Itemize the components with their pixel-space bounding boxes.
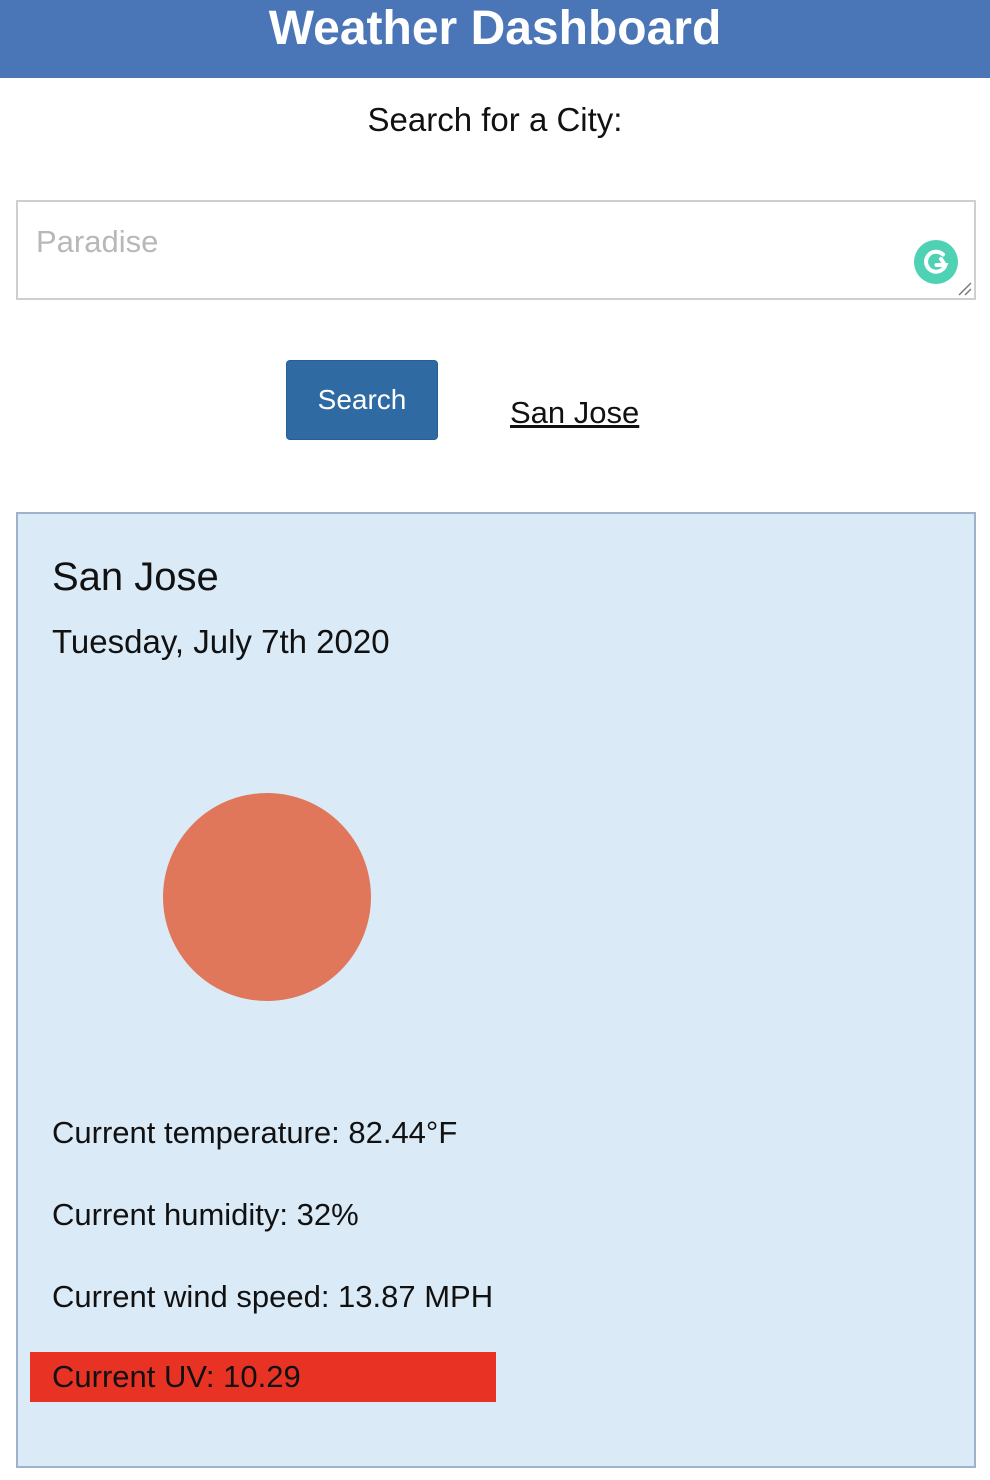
current-weather-card: San Jose Tuesday, July 7th 2020 Current … (16, 512, 976, 1468)
search-heading: Search for a City: (367, 101, 623, 138)
current-humidity: Current humidity: 32% (52, 1197, 359, 1232)
current-temperature: Current temperature: 82.44°F (52, 1115, 458, 1150)
search-field-container (16, 200, 976, 300)
page-title: Weather Dashboard (268, 2, 722, 55)
uv-index-badge: Current UV: 10.29 (30, 1352, 496, 1402)
city-search-input[interactable] (18, 202, 974, 298)
current-wind-speed: Current wind speed: 13.87 MPH (52, 1279, 494, 1314)
sun-icon (162, 792, 372, 1002)
search-button[interactable]: Search (286, 360, 438, 440)
app-header: Weather Dashboard (0, 0, 990, 78)
current-uv: Current UV: 10.29 (52, 1359, 301, 1394)
city-name: San Jose (52, 555, 219, 599)
resize-handle-icon[interactable] (956, 280, 972, 296)
current-date: Tuesday, July 7th 2020 (52, 623, 390, 660)
history-link-san-jose[interactable]: San Jose (510, 392, 639, 434)
grammarly-icon[interactable] (914, 240, 958, 284)
